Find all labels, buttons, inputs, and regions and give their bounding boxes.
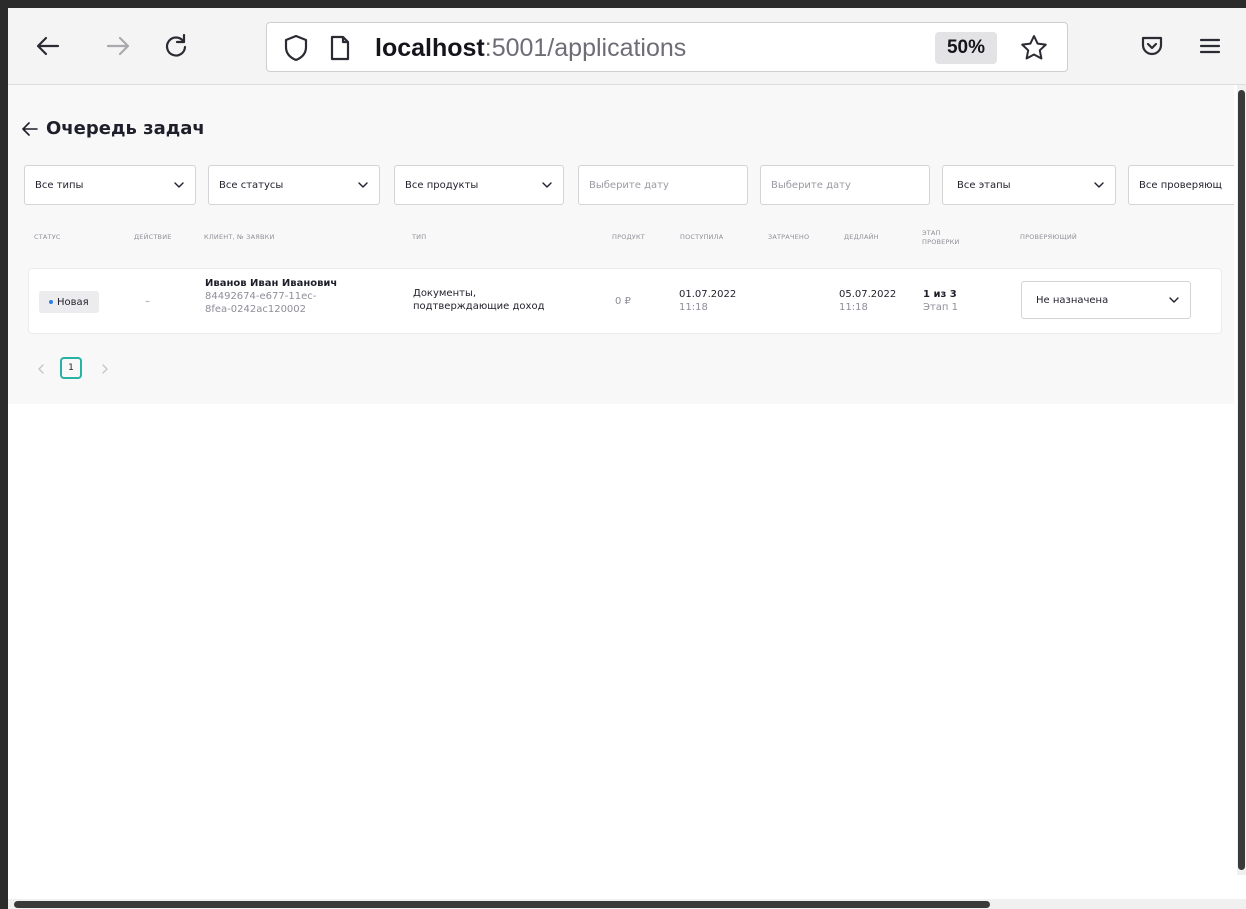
received-time: 11:18 bbox=[679, 302, 708, 313]
action-cell: – bbox=[145, 296, 150, 307]
address-bar[interactable]: localhost:5001/applications 50% bbox=[266, 22, 1068, 72]
filter-stages-select[interactable]: Все этапы bbox=[942, 165, 1116, 205]
chevron-down-icon bbox=[1169, 297, 1179, 303]
pagination-prev-icon[interactable] bbox=[36, 363, 46, 375]
status-badge: Новая bbox=[39, 291, 99, 313]
page-icon bbox=[330, 35, 350, 61]
stage-name: Этап 1 bbox=[923, 302, 959, 313]
horizontal-scrollbar-thumb[interactable] bbox=[14, 901, 990, 908]
deadline-time: 11:18 bbox=[839, 302, 868, 313]
url-text: localhost:5001/applications bbox=[375, 33, 686, 63]
reviewer-select[interactable]: Не назначена bbox=[1021, 281, 1191, 319]
page-content: Очередь задач Все типы Все статусы Все п… bbox=[8, 85, 1234, 404]
column-header-stage-line2: проверки bbox=[922, 238, 960, 246]
vertical-scrollbar-thumb[interactable] bbox=[1238, 90, 1245, 870]
date-to-placeholder: Выберите дату bbox=[771, 179, 851, 191]
column-header-action: Действие bbox=[134, 233, 172, 241]
application-id-line2: 8fea-0242ac120002 bbox=[205, 304, 307, 315]
filter-reviewers-label: Все проверяющ bbox=[1139, 179, 1222, 191]
arrow-left-icon bbox=[36, 36, 60, 56]
filter-statuses-label: Все статусы bbox=[219, 179, 284, 191]
column-header-reviewer: Проверяющий bbox=[1020, 233, 1077, 241]
reload-button[interactable] bbox=[158, 28, 194, 64]
deadline-date: 05.07.2022 bbox=[839, 289, 897, 300]
pagination-next-icon[interactable] bbox=[100, 363, 110, 375]
stage-progress: 1 из 3 bbox=[923, 289, 957, 300]
column-header-deadline: Дедлайн bbox=[844, 233, 879, 241]
menu-button[interactable] bbox=[1192, 28, 1228, 64]
received-date: 01.07.2022 bbox=[679, 289, 737, 300]
filter-stages-label: Все этапы bbox=[957, 179, 1011, 191]
type-line2: подтверждающие доход bbox=[413, 301, 545, 312]
table-row[interactable]: Новая – Иванов Иван Иванович 84492674-e6… bbox=[28, 268, 1222, 334]
reload-icon bbox=[165, 33, 187, 57]
type-line1: Документы, bbox=[413, 288, 477, 299]
forward-button[interactable] bbox=[100, 28, 136, 64]
url-host: localhost bbox=[375, 34, 485, 62]
window-frame-top bbox=[0, 0, 1246, 8]
column-header-stage: Этап проверки bbox=[922, 229, 960, 247]
chevron-down-icon bbox=[1094, 182, 1104, 188]
column-header-received: Поступила bbox=[680, 233, 724, 241]
page-header: Очередь задач bbox=[22, 118, 205, 139]
chevron-down-icon bbox=[542, 182, 552, 188]
filter-products-select[interactable]: Все продукты bbox=[394, 165, 564, 205]
pocket-button[interactable] bbox=[1134, 28, 1170, 64]
status-dot-icon bbox=[49, 300, 53, 304]
client-name[interactable]: Иванов Иван Иванович bbox=[205, 277, 337, 290]
filter-date-to-input[interactable]: Выберите дату bbox=[760, 165, 930, 205]
column-header-type: Тип bbox=[412, 233, 427, 241]
filter-reviewers-select[interactable]: Все проверяющ bbox=[1128, 165, 1234, 205]
browser-toolbar: localhost:5001/applications 50% bbox=[8, 8, 1246, 85]
column-header-client: Клиент, № заявки bbox=[204, 233, 275, 241]
status-text: Новая bbox=[57, 296, 89, 308]
application-id-line1: 84492674-e677-11ec- bbox=[205, 291, 317, 302]
back-arrow-icon[interactable] bbox=[22, 121, 38, 136]
shield-icon bbox=[284, 34, 308, 62]
filter-date-from-input[interactable]: Выберите дату bbox=[578, 165, 748, 205]
chevron-down-icon bbox=[358, 182, 368, 188]
page-title: Очередь задач bbox=[46, 118, 205, 139]
window-frame-left bbox=[0, 0, 8, 909]
column-header-stage-line1: Этап bbox=[922, 229, 941, 237]
filter-statuses-select[interactable]: Все статусы bbox=[208, 165, 380, 205]
zoom-level-badge[interactable]: 50% bbox=[935, 32, 997, 64]
bookmark-star-icon[interactable] bbox=[1019, 33, 1049, 63]
filter-types-label: Все типы bbox=[35, 179, 84, 191]
back-button[interactable] bbox=[30, 28, 66, 64]
column-header-product: Продукт bbox=[612, 233, 645, 241]
filter-types-select[interactable]: Все типы bbox=[24, 165, 196, 205]
column-header-status: Статус bbox=[34, 233, 61, 241]
chevron-down-icon bbox=[174, 182, 184, 188]
pagination-page-1[interactable]: 1 bbox=[60, 357, 82, 379]
date-from-placeholder: Выберите дату bbox=[589, 179, 669, 191]
hamburger-menu-icon bbox=[1199, 38, 1221, 54]
column-header-spent: Затрачено bbox=[768, 233, 810, 241]
url-path: :5001/applications bbox=[484, 34, 687, 62]
reviewer-value: Не назначена bbox=[1036, 294, 1109, 306]
filter-products-label: Все продукты bbox=[405, 179, 479, 191]
arrow-right-icon bbox=[106, 36, 130, 56]
product-value: 0 ₽ bbox=[615, 296, 631, 307]
pocket-icon bbox=[1141, 36, 1163, 56]
